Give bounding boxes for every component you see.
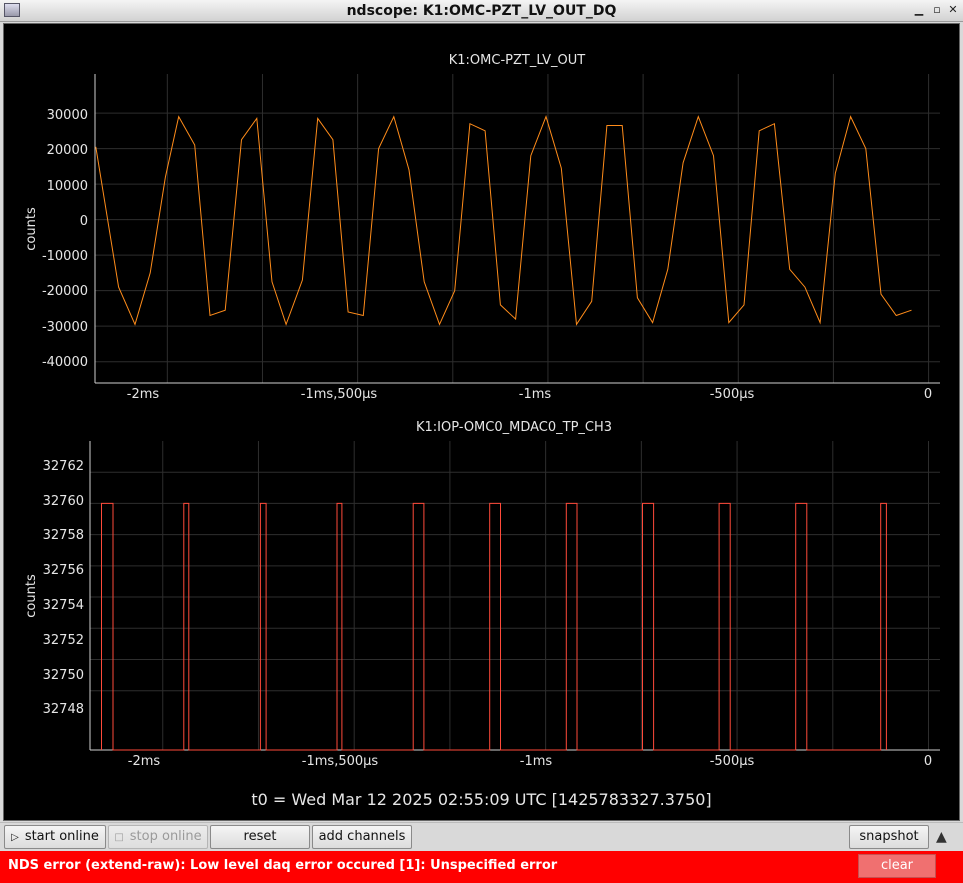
plot-2-ylabel: counts bbox=[24, 574, 39, 618]
plot-1-xtick: -1ms,500µs bbox=[301, 387, 378, 402]
plot-2-xtick: -500µs bbox=[710, 754, 755, 769]
error-message: NDS error (extend-raw): Low level daq er… bbox=[8, 858, 558, 873]
plot-1-grid bbox=[95, 74, 940, 383]
plot-2-xtick: -2ms bbox=[128, 754, 161, 769]
plot-2-y-ticks: 32762 32760 32758 32756 32754 32752 3275… bbox=[43, 459, 84, 717]
plot-1-ytick: 20000 bbox=[47, 143, 88, 158]
add-channels-button[interactable]: add channels bbox=[312, 825, 412, 849]
plot-1-x-ticks: -2ms -1ms,500µs -1ms -500µs 0 bbox=[127, 387, 932, 402]
plot-2-series-line bbox=[101, 502, 887, 751]
error-bar: NDS error (extend-raw): Low level daq er… bbox=[0, 851, 963, 883]
plot-2-ytick: 32756 bbox=[43, 563, 84, 578]
stop-icon: □ bbox=[114, 832, 124, 843]
start-online-label: start online bbox=[24, 829, 99, 844]
stop-online-label: stop online bbox=[129, 829, 202, 844]
plot-1-ytick: 0 bbox=[80, 214, 88, 229]
plot-1[interactable]: K1:OMC-PZT_LV_OUT counts 30000 20000 100… bbox=[24, 53, 940, 402]
plot-2-ytick: 32758 bbox=[43, 528, 84, 543]
plot-1-ytick: -20000 bbox=[42, 284, 88, 299]
plot-1-xtick: -1ms bbox=[519, 387, 552, 402]
plot-2-ytick: 32762 bbox=[43, 459, 84, 474]
plot-2-xtick: -1ms bbox=[520, 754, 553, 769]
plot-1-ytick: -40000 bbox=[42, 355, 88, 370]
plot-1-ytick: 30000 bbox=[47, 108, 88, 123]
plot-1-xtick: -500µs bbox=[710, 387, 755, 402]
plot-2-ytick: 32750 bbox=[43, 668, 84, 683]
plot-2-ytick: 32760 bbox=[43, 494, 84, 509]
plot-2-xtick: -1ms,500µs bbox=[302, 754, 379, 769]
plot-1-ylabel: counts bbox=[24, 207, 39, 251]
plot-2-ytick: 32754 bbox=[43, 598, 84, 613]
reset-button[interactable]: reset bbox=[210, 825, 310, 849]
plot-1-ytick: 10000 bbox=[47, 179, 88, 194]
plots-canvas[interactable]: K1:OMC-PZT_LV_OUT counts 30000 20000 100… bbox=[0, 0, 963, 820]
snapshot-button[interactable]: snapshot bbox=[849, 825, 929, 849]
start-online-button[interactable]: ▷ start online bbox=[4, 825, 106, 849]
plot-2-ytick: 32752 bbox=[43, 633, 84, 648]
toolbar: ▷ start online □ stop online reset add cha… bbox=[0, 822, 963, 852]
plot-1-xtick: 0 bbox=[924, 387, 932, 402]
plot-1-y-ticks: 30000 20000 10000 0 -10000 -20000 -30000… bbox=[42, 108, 88, 370]
plot-2-x-ticks: -2ms -1ms,500µs -1ms -500µs 0 bbox=[128, 754, 932, 769]
plot-1-ytick: -10000 bbox=[42, 249, 88, 264]
plot-1-title: K1:OMC-PZT_LV_OUT bbox=[449, 53, 586, 68]
plot-2-title: K1:IOP-OMC0_MDAC0_TP_CH3 bbox=[416, 420, 612, 435]
play-icon: ▷ bbox=[11, 832, 19, 843]
plot-2-xtick: 0 bbox=[924, 754, 932, 769]
expand-up-icon[interactable]: ▲ bbox=[936, 829, 947, 845]
plot-2[interactable]: K1:IOP-OMC0_MDAC0_TP_CH3 counts 32762 32… bbox=[24, 420, 940, 769]
stop-online-button[interactable]: □ stop online bbox=[108, 825, 208, 849]
clear-error-button[interactable]: clear bbox=[858, 854, 936, 878]
plot-1-series-line bbox=[95, 115, 912, 326]
t0-timestamp: t0 = Wed Mar 12 2025 02:55:09 UTC [14257… bbox=[251, 790, 712, 809]
plot-2-grid bbox=[90, 441, 940, 750]
plot-1-xtick: -2ms bbox=[127, 387, 160, 402]
plot-2-ytick: 32748 bbox=[43, 702, 84, 717]
plot-1-ytick: -30000 bbox=[42, 320, 88, 335]
